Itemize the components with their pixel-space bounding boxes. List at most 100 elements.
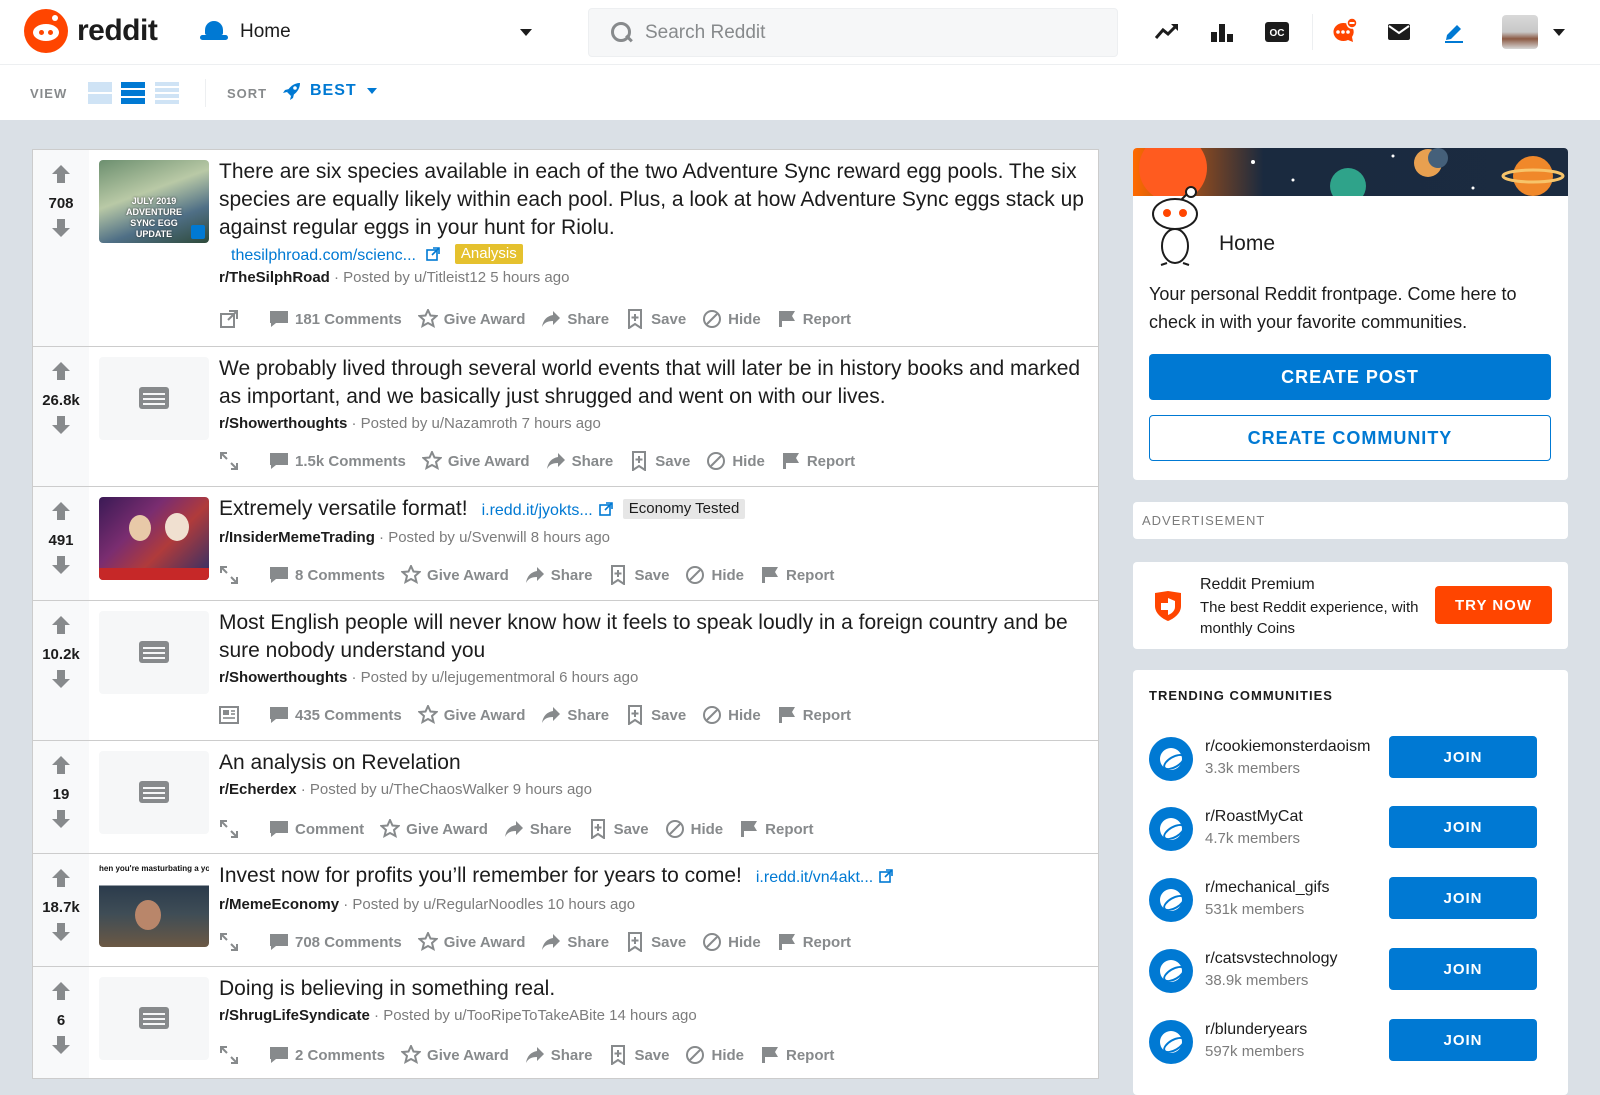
feed-selector-dropdown[interactable]: Home xyxy=(200,14,540,50)
text-post-thumbnail-icon[interactable] xyxy=(99,751,209,834)
report-button[interactable]: Report xyxy=(760,565,834,585)
downvote-arrow-icon[interactable] xyxy=(51,218,71,238)
community-name[interactable]: r/cookiemonsterdaoism xyxy=(1205,738,1370,756)
join-community-button[interactable]: JOIN xyxy=(1389,948,1537,990)
post-thumbnail-image[interactable]: hen you're masturbating a you can think … xyxy=(99,864,209,947)
share-button[interactable]: Share xyxy=(525,1045,592,1065)
search-bar[interactable] xyxy=(588,8,1118,57)
community-planet-icon[interactable] xyxy=(1149,737,1193,781)
post-title[interactable]: Most English people will never know how … xyxy=(219,609,1088,665)
community-name[interactable]: r/RoastMyCat xyxy=(1205,808,1303,826)
downvote-arrow-icon[interactable] xyxy=(51,669,71,689)
join-community-button[interactable]: JOIN xyxy=(1389,877,1537,919)
hide-button[interactable]: Hide xyxy=(702,705,761,725)
hide-button[interactable]: Hide xyxy=(702,932,761,952)
post-thumbnail-image[interactable]: JULY 2019 ADVENTURE SYNC EGG UPDATE xyxy=(99,160,209,243)
join-community-button[interactable]: JOIN xyxy=(1389,1019,1537,1061)
post-title[interactable]: An analysis on Revelation xyxy=(219,749,1088,777)
hide-button[interactable]: Hide xyxy=(685,565,744,585)
post-card[interactable]: 18.7k hen you're masturbating a you can … xyxy=(32,853,1099,966)
community-planet-icon[interactable] xyxy=(1149,1020,1193,1064)
post-title[interactable]: We probably lived through several world … xyxy=(219,355,1088,411)
community-planet-icon[interactable] xyxy=(1149,878,1193,922)
comments-button[interactable]: 8 Comments xyxy=(269,565,385,585)
save-button[interactable]: Save xyxy=(588,819,649,839)
post-card[interactable]: 6 Doing is believing in something real. … xyxy=(32,966,1099,1079)
comments-button[interactable]: 708 Comments xyxy=(269,932,402,952)
compact-view-icon[interactable] xyxy=(155,81,179,105)
upvote-arrow-icon[interactable] xyxy=(51,868,71,888)
subreddit-link[interactable]: r/Showerthoughts xyxy=(219,669,347,686)
post-domain-link[interactable]: i.redd.it/jyokts... xyxy=(482,502,593,519)
post-title[interactable]: There are six species available in each … xyxy=(219,158,1088,242)
post-title[interactable]: Extremely versatile format! xyxy=(219,497,468,520)
post-title[interactable]: Doing is believing in something real. xyxy=(219,975,1088,1003)
try-premium-button[interactable]: TRY NOW xyxy=(1435,586,1552,624)
share-button[interactable]: Share xyxy=(541,932,609,952)
subreddit-link[interactable]: r/ShrugLifeSyndicate xyxy=(219,1007,370,1024)
post-card[interactable]: 26.8k We probably lived through several … xyxy=(32,346,1099,486)
downvote-arrow-icon[interactable] xyxy=(51,555,71,575)
search-input[interactable] xyxy=(645,21,1085,44)
post-title[interactable]: Invest now for profits you’ll remember f… xyxy=(219,864,742,887)
subreddit-link[interactable]: r/MemeEconomy xyxy=(219,896,339,913)
post-thumbnail-image[interactable] xyxy=(99,497,209,580)
post-flair[interactable]: Analysis xyxy=(454,244,523,264)
report-button[interactable]: Report xyxy=(777,705,851,725)
post-domain-link[interactable]: thesilphroad.com/scienc... xyxy=(231,247,416,264)
expand-post-button[interactable] xyxy=(219,565,245,585)
messages-mail-icon[interactable] xyxy=(1382,16,1416,48)
text-post-thumbnail-icon[interactable] xyxy=(99,357,209,440)
text-post-thumbnail-icon[interactable] xyxy=(99,611,209,694)
community-name[interactable]: r/blunderyears xyxy=(1205,1021,1307,1039)
text-post-thumbnail-icon[interactable] xyxy=(99,977,209,1060)
create-post-button[interactable]: CREATE POST xyxy=(1149,354,1551,400)
community-planet-icon[interactable] xyxy=(1149,807,1193,851)
create-post-pencil-icon[interactable] xyxy=(1437,16,1471,48)
hide-button[interactable]: Hide xyxy=(685,1045,744,1065)
create-community-button[interactable]: CREATE COMMUNITY xyxy=(1149,415,1551,461)
expand-post-button[interactable] xyxy=(219,819,245,839)
comments-button[interactable]: 1.5k Comments xyxy=(269,451,406,471)
original-content-icon[interactable]: OC xyxy=(1260,16,1294,48)
report-button[interactable]: Report xyxy=(777,932,851,952)
give-award-button[interactable]: Give Award xyxy=(421,451,530,471)
report-button[interactable]: Report xyxy=(739,819,813,839)
post-domain-link[interactable]: i.redd.it/vn4akt... xyxy=(756,869,873,886)
save-button[interactable]: Save xyxy=(608,565,669,585)
community-name[interactable]: r/catsvstechnology xyxy=(1205,950,1338,968)
share-button[interactable]: Share xyxy=(541,705,609,725)
open-article-button[interactable] xyxy=(219,705,245,725)
give-award-button[interactable]: Give Award xyxy=(401,565,509,585)
upvote-arrow-icon[interactable] xyxy=(51,755,71,775)
hide-button[interactable]: Hide xyxy=(665,819,723,839)
upvote-arrow-icon[interactable] xyxy=(51,615,71,635)
comments-button[interactable]: 181 Comments xyxy=(269,309,402,329)
report-button[interactable]: Report xyxy=(777,309,851,329)
community-name[interactable]: r/mechanical_gifs xyxy=(1205,879,1330,897)
community-planet-icon[interactable] xyxy=(1149,949,1193,993)
share-button[interactable]: Share xyxy=(525,565,592,585)
hide-button[interactable]: Hide xyxy=(702,309,761,329)
give-award-button[interactable]: Give Award xyxy=(417,705,525,725)
upvote-arrow-icon[interactable] xyxy=(51,164,71,184)
downvote-arrow-icon[interactable] xyxy=(51,415,71,435)
popular-trending-icon[interactable] xyxy=(1150,16,1184,48)
subreddit-link[interactable]: r/Showerthoughts xyxy=(219,415,347,432)
downvote-arrow-icon[interactable] xyxy=(51,922,71,942)
join-community-button[interactable]: JOIN xyxy=(1389,736,1537,778)
user-avatar[interactable] xyxy=(1502,15,1538,49)
upvote-arrow-icon[interactable] xyxy=(51,981,71,1001)
hide-button[interactable]: Hide xyxy=(706,451,765,471)
card-view-icon[interactable] xyxy=(88,81,112,105)
post-card[interactable]: 10.2k Most English people will never kno… xyxy=(32,600,1099,740)
post-card[interactable]: 491 Extremely versatile format! i.redd.it… xyxy=(32,486,1099,600)
join-community-button[interactable]: JOIN xyxy=(1389,806,1537,848)
expand-post-button[interactable] xyxy=(219,1045,245,1065)
user-menu-chevron-down-icon[interactable] xyxy=(1553,29,1565,36)
give-award-button[interactable]: Give Award xyxy=(380,819,488,839)
post-flair[interactable]: Economy Tested xyxy=(622,499,746,519)
share-button[interactable]: Share xyxy=(504,819,572,839)
report-button[interactable]: Report xyxy=(781,451,855,471)
subreddit-link[interactable]: r/TheSilphRoad xyxy=(219,269,330,286)
